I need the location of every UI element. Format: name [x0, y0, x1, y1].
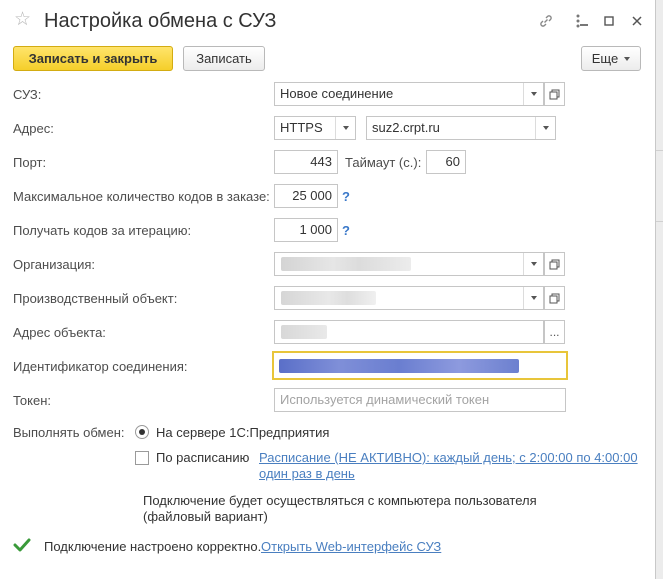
save-and-close-button[interactable]: Записать и закрыть: [13, 46, 173, 71]
minimize-icon[interactable]: [573, 10, 595, 32]
host-value: suz2.crpt.ru: [372, 120, 440, 135]
more-actions-button[interactable]: Еще: [581, 46, 641, 71]
redacted-value: [281, 291, 376, 305]
schedule-checkbox[interactable]: [135, 451, 149, 465]
schedule-link[interactable]: Расписание (НЕ АКТИВНО): каждый день; с …: [259, 450, 638, 466]
note-line1: Подключение будет осуществляться с компь…: [143, 493, 537, 508]
organization-label: Организация:: [13, 257, 96, 272]
select-button[interactable]: ...: [544, 320, 565, 344]
production-object-label: Производственный объект:: [13, 291, 178, 306]
open-icon[interactable]: [544, 286, 565, 310]
more-actions-label: Еще: [591, 51, 619, 66]
object-address-field[interactable]: [274, 320, 544, 344]
link-icon[interactable]: [535, 10, 557, 32]
token-field[interactable]: Используется динамический токен: [274, 388, 566, 412]
address-label: Адрес:: [13, 121, 54, 136]
checkmark-icon: [13, 538, 31, 555]
dropdown-arrow-icon[interactable]: [523, 253, 543, 275]
redacted-value: [281, 325, 327, 339]
schedule-checkbox-label[interactable]: По расписанию: [156, 450, 249, 466]
suz-value: Новое соединение: [280, 86, 394, 101]
help-icon[interactable]: ?: [342, 189, 350, 204]
status-text: Подключение настроено корректно.: [44, 539, 262, 554]
max-codes-field[interactable]: 25 000: [274, 184, 338, 208]
note-line2: (файловый вариант): [143, 509, 268, 524]
server-radio[interactable]: [135, 425, 149, 439]
token-label: Токен:: [13, 393, 52, 408]
timeout-field[interactable]: 60: [426, 150, 466, 174]
protocol-value: HTTPS: [280, 120, 323, 135]
save-button[interactable]: Записать: [183, 46, 265, 71]
port-field[interactable]: 443: [274, 150, 338, 174]
suz-label: СУЗ:: [13, 87, 42, 102]
dropdown-arrow-icon[interactable]: [335, 117, 355, 139]
timeout-label: Таймаут (с.):: [345, 155, 422, 170]
open-icon[interactable]: [544, 82, 565, 106]
dropdown-arrow-icon[interactable]: [523, 83, 543, 105]
close-icon[interactable]: [626, 10, 648, 32]
window-title: Настройка обмена с СУЗ: [44, 10, 277, 32]
connection-id-label: Идентификатор соединения:: [13, 359, 188, 374]
exchange-label: Выполнять обмен:: [13, 425, 125, 440]
dropdown-arrow-icon[interactable]: [523, 287, 543, 309]
right-edge-strip: [656, 0, 663, 579]
open-web-interface-link[interactable]: Открыть Web-интерфейс СУЗ: [261, 539, 441, 555]
dropdown-arrow-icon[interactable]: [535, 117, 555, 139]
organization-select[interactable]: [274, 252, 544, 276]
host-select[interactable]: suz2.crpt.ru: [366, 116, 556, 140]
open-icon[interactable]: [544, 252, 565, 276]
maximize-icon[interactable]: [598, 10, 620, 32]
connection-id-field[interactable]: [272, 351, 568, 380]
port-label: Порт:: [13, 155, 47, 170]
chevron-down-icon: [624, 56, 631, 61]
schedule-link-continued[interactable]: один раз в день: [259, 466, 355, 482]
star-icon[interactable]: ☆: [14, 10, 31, 30]
server-radio-label[interactable]: На сервере 1С:Предприятия: [156, 425, 329, 441]
help-icon[interactable]: ?: [342, 223, 350, 238]
protocol-select[interactable]: HTTPS: [274, 116, 356, 140]
max-codes-label: Максимальное количество кодов в заказе:: [13, 189, 270, 204]
redacted-value: [279, 359, 519, 373]
per-iteration-field[interactable]: 1 000: [274, 218, 338, 242]
suz-select[interactable]: Новое соединение: [274, 82, 544, 106]
redacted-value: [281, 257, 411, 271]
per-iteration-label: Получать кодов за итерацию:: [13, 223, 192, 238]
object-address-label: Адрес объекта:: [13, 325, 106, 340]
production-object-select[interactable]: [274, 286, 544, 310]
settings-window: ☆ Настройка обмена с СУЗ Записать и закр…: [0, 0, 656, 579]
